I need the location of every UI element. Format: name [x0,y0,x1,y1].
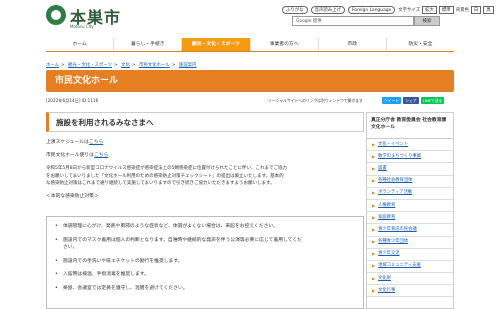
share-buttons: ツイート シェア LINEで送る [382,97,445,104]
page-title: 市民文化ホール [55,76,119,86]
font-standard-button[interactable]: 標準 [438,5,454,14]
breadcrumb-hall[interactable]: 市民文化ホール [139,63,170,68]
body-line: な感染防止対策はこれまで通り継続して実施してまいりますので引き続きご協力いただき… [46,181,275,186]
breadcrumb-facility[interactable]: 施設案内 [179,63,197,68]
sidebar-item[interactable]: ▶ 文化・イベント [367,139,453,152]
bg-white-button[interactable]: 白 [470,5,482,14]
nav-tourism[interactable]: 観光・文化・スポーツ [181,38,250,51]
sidebar-item[interactable]: ▶ 各種青少年団体 [367,237,453,249]
notice-body: 令和5年5月8日から新型コロナウイルス感染症が感染症法上の5類感染症に位置付けら… [46,165,364,188]
city-emblem-icon [46,5,66,25]
nav-living[interactable]: 暮らし・手続き [113,38,181,51]
tweet-button[interactable]: ツイート [382,97,402,104]
list-item-cont: さい。 [63,245,78,250]
sidebar-item[interactable]: ▶ ボランティア活動 [367,188,453,200]
main-content: 施設を利用されるみなさまへ 上演スケジュールはこちら 市民文化ホール使りはこちら… [46,112,364,200]
global-nav: ホーム 暮らし・手続き 観光・文化・スポーツ 事業者の方へ 市政 防災・安全 [46,38,454,52]
sidebar-item[interactable]: ▶ 図書 [367,163,453,176]
list-item: • 施設内でのマスク着用は個人の判断となります。自唯時や継続的な発声を伴う公演等必… [55,237,302,243]
nav-disaster[interactable]: 防災・安全 [385,38,454,51]
social-notice: ソーシャルサイトへのリンクは別ウィンドウで開きます [268,98,363,103]
nav-business[interactable]: 事業者の方へ [249,38,318,51]
page-title-bar: 市民文化ホール [46,70,454,92]
list-item: • 入館時は検温、手指消毒を推奨します。 [55,272,149,277]
sidebar: 真正分庁舎 教育委員会 社会教育課 文化ホール ▶ 文化・イベント ▶ 数学のまちづ… [366,112,454,309]
voice-reader-button[interactable]: 音声読み上げ [310,5,345,14]
breadcrumb-home[interactable]: ホーム [46,63,59,68]
list-item: • 体調管理に心がけ、発熱や風邪のような症状など、体調がよくない場合は、来館をお控… [55,224,279,229]
sidebar-item[interactable]: ▶ 地域コミュニティ支援 [367,261,453,274]
sidebar-item[interactable]: ▶ 文化財 [367,273,453,286]
bg-black-button[interactable]: 黒 [483,5,494,14]
line-share-button[interactable]: LINEで送る [420,97,445,104]
facebook-share-button[interactable]: シェア [403,97,419,104]
sidebar-item[interactable]: ▶ 人権教育 [367,200,453,213]
usage-link[interactable]: こちら [94,153,108,158]
schedule-link[interactable]: こちら [89,140,103,145]
sidebar-item[interactable]: ▶ 青少年交流 [367,249,453,261]
breadcrumb-tourism[interactable]: 観光・文化・スポーツ [68,63,112,68]
sidebar-item[interactable]: ▶ 青少年育成市民会議 [367,224,453,237]
font-enlarge-button[interactable]: 拡大 [422,5,437,14]
foreign-language-button[interactable]: Foreign Language [347,5,396,14]
sidebar-item[interactable]: ▶ 各種社会教育団体 [367,176,453,188]
body-line: をお願いしてまいりました「文化ホール利用のための感染防止対策チェックシート」の提… [46,173,284,179]
sidebar-heading: 真正分庁舎 教育委員会 社会教育課 文化ホール [367,113,453,139]
breadcrumb-culture[interactable]: 文化 [121,63,130,68]
search-button[interactable]: 検索 [414,16,440,26]
utility-bar: ふりがな 音声読み上げ Foreign Language 文字サイズ 拡大 標準… [282,5,496,14]
search-input[interactable]: Google 提供 [292,16,414,26]
site-header: 本巣市 Motosu City ふりがな 音声読み上げ Foreign Lang… [0,0,500,38]
list-item: • 楽屋、会議室では定員を遵守し、混雑を避けてください。 [55,285,188,291]
body-line: 令和5年5月8日から新型コロナウイルス感染症が感染症法上の5類感染症に位置付けら… [46,166,287,171]
policy-list: • 体調管理に心がけ、発熱や風邪のような症状など、体調がよくない場合は、来館をお控… [46,216,364,309]
usage-line: 市民文化ホール使りはこちら [46,152,109,158]
sidebar-item[interactable]: ▶ 家庭教育 [367,212,453,225]
section-heading: 施設を利用されるみなさまへ [46,112,364,132]
font-size-label: 文字サイズ [398,7,421,13]
logo-subtitle: Motosu City [70,24,94,29]
site-logo[interactable]: 本巣市 Motosu City [46,5,120,31]
sidebar-item[interactable]: ▶ 文化行事 [367,285,453,298]
bg-color-label: 背景色 [455,7,469,13]
breadcrumb: ホーム > 観光・文化・スポーツ > 文化 > 市民文化ホール > 施設案内 [46,63,197,68]
nav-home[interactable]: ホーム [46,38,113,51]
schedule-line: 上演スケジュールはこちら [46,140,104,145]
furigana-button[interactable]: ふりがな [282,5,308,14]
nav-city-admin[interactable]: 市政 [317,38,386,51]
page-meta: [2022年6月14日] ID:1116 [46,98,99,103]
basic-policy-heading: ＜本的な感染防止対策＞ [46,193,99,199]
list-item: • 施設内での手洗いや咳エチケットの励行を推奨します。 [55,258,183,264]
sidebar-item[interactable]: ▶ 数学のまちづくり事業 [367,151,453,164]
